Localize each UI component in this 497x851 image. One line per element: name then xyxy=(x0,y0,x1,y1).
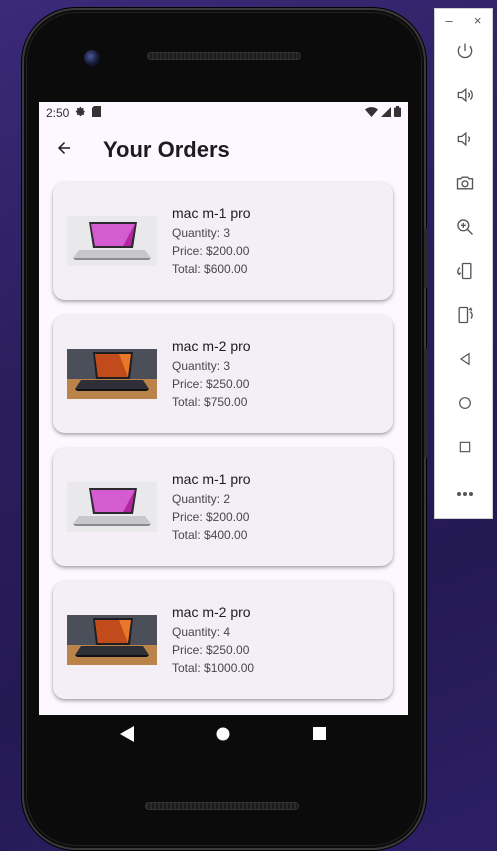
settings-icon xyxy=(75,106,86,120)
order-quantity: Quantity: 4 xyxy=(172,624,231,639)
rotate-left-icon xyxy=(455,261,475,286)
wifi-icon xyxy=(365,106,378,120)
product-name: mac m-2 pro xyxy=(172,337,251,354)
back-button[interactable] xyxy=(39,125,89,175)
volume-down-icon xyxy=(455,129,475,154)
more-button[interactable] xyxy=(435,471,494,515)
app-bar: Your Orders xyxy=(39,124,408,176)
order-quantity: Quantity: 3 xyxy=(172,358,231,373)
zoom-button[interactable] xyxy=(435,207,494,251)
order-quantity: Quantity: 2 xyxy=(172,491,231,506)
overview-icon xyxy=(458,440,472,459)
product-image-m2 xyxy=(67,615,157,665)
order-price: Price: $200.00 xyxy=(172,509,250,524)
volume-down-button[interactable] xyxy=(435,119,494,163)
order-info: mac m-1 pro Quantity: 2 Price: $200.00 T… xyxy=(172,471,251,544)
arrow-back-icon xyxy=(55,139,73,162)
nav-overview-icon[interactable] xyxy=(312,726,327,746)
order-info: mac m-1 pro Quantity: 3 Price: $200.00 T… xyxy=(172,205,251,278)
volume-side-button[interactable] xyxy=(424,348,428,458)
minimize-button[interactable]: – xyxy=(446,13,453,28)
page-title: Your Orders xyxy=(103,137,230,162)
order-price: Price: $250.00 xyxy=(172,642,250,657)
screenshot-button[interactable] xyxy=(435,163,494,207)
power-button[interactable] xyxy=(435,31,494,75)
status-time: 2:50 xyxy=(46,106,70,120)
order-total: Total: $600.00 xyxy=(172,261,248,276)
home-button-emulator[interactable] xyxy=(435,383,494,427)
order-info: mac m-2 pro Quantity: 3 Price: $250.00 T… xyxy=(172,338,251,411)
order-price: Price: $200.00 xyxy=(172,243,250,258)
product-name: mac m-1 pro xyxy=(172,470,251,487)
volume-up-button[interactable] xyxy=(435,75,494,119)
back-button-emulator[interactable] xyxy=(435,339,494,383)
rotate-right-icon xyxy=(455,305,475,330)
order-card[interactable]: mac m-1 pro Quantity: 2 Price: $200.00 T… xyxy=(53,448,393,566)
order-info: mac m-2 pro Quantity: 4 Price: $250.00 T… xyxy=(172,604,254,677)
nav-back-icon[interactable] xyxy=(120,725,135,747)
sd-card-icon xyxy=(92,106,102,120)
front-camera xyxy=(84,50,100,66)
close-button[interactable]: × xyxy=(474,13,482,28)
nav-home-icon[interactable] xyxy=(216,727,230,746)
zoom-icon xyxy=(455,217,475,242)
product-image-m1 xyxy=(67,216,157,266)
status-bar: 2:50 xyxy=(39,102,408,124)
order-card[interactable]: mac m-2 pro Quantity: 4 Price: $250.00 T… xyxy=(53,581,393,699)
order-card[interactable]: mac m-1 pro Quantity: 3 Price: $200.00 T… xyxy=(53,182,393,300)
rotate-left-button[interactable] xyxy=(435,251,494,295)
product-image-m2 xyxy=(67,349,157,399)
phone-screen: 2:50 Your Orders mac m-1 pro Quantity: 3… xyxy=(39,102,408,715)
signal-icon xyxy=(381,106,391,120)
navigation-bar xyxy=(39,715,408,757)
power-icon xyxy=(455,41,475,66)
product-image-m1 xyxy=(67,482,157,532)
more-icon xyxy=(456,484,474,502)
order-total: Total: $1000.00 xyxy=(172,660,255,675)
product-name: mac m-1 pro xyxy=(172,204,251,221)
back-icon xyxy=(457,351,473,372)
bottom-speaker xyxy=(145,802,299,810)
camera-icon xyxy=(455,173,475,198)
overview-button-emulator[interactable] xyxy=(435,427,494,471)
power-side-button[interactable] xyxy=(424,228,428,288)
product-name: mac m-2 pro xyxy=(172,603,251,620)
order-price: Price: $250.00 xyxy=(172,376,250,391)
order-quantity: Quantity: 3 xyxy=(172,225,231,240)
order-card[interactable]: mac m-2 pro Quantity: 3 Price: $250.00 T… xyxy=(53,315,393,433)
top-speaker xyxy=(147,52,301,60)
home-icon xyxy=(457,395,473,416)
order-total: Total: $400.00 xyxy=(172,527,248,542)
rotate-right-button[interactable] xyxy=(435,295,494,339)
order-total: Total: $750.00 xyxy=(172,394,248,409)
emulator-toolbar: – × xyxy=(434,8,493,519)
battery-icon xyxy=(394,106,401,120)
volume-up-icon xyxy=(455,85,475,110)
